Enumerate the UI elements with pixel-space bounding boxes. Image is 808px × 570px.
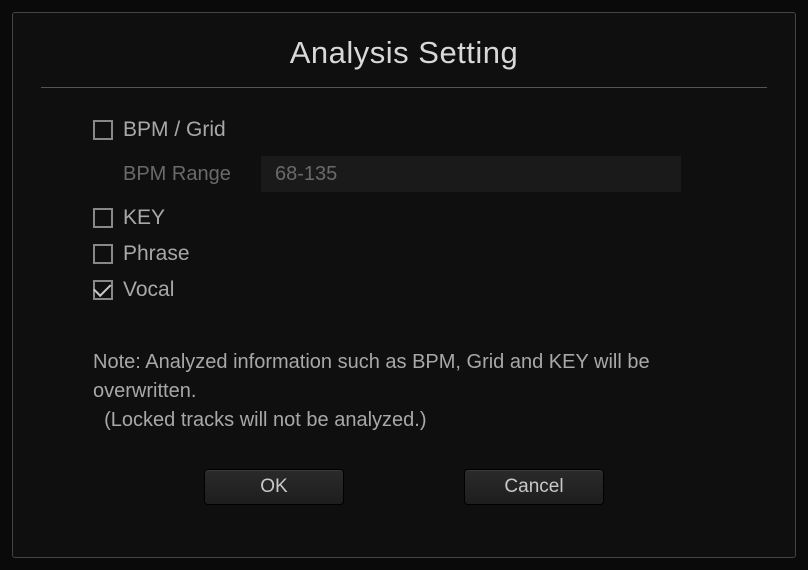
option-phrase: Phrase (89, 242, 719, 266)
label-vocal: Vocal (123, 278, 174, 302)
dialog-title: Analysis Setting (41, 35, 767, 88)
note-text: Note: Analyzed information such as BPM, … (89, 348, 719, 435)
checkbox-bpm-grid[interactable] (93, 120, 113, 140)
option-vocal: Vocal (89, 278, 719, 302)
option-bpm-grid: BPM / Grid (89, 118, 719, 142)
dialog-content: BPM / Grid BPM Range KEY Phrase Vocal No… (41, 88, 767, 529)
checkbox-key[interactable] (93, 208, 113, 228)
cancel-button[interactable]: Cancel (464, 469, 604, 505)
ok-button[interactable]: OK (204, 469, 344, 505)
note-line-1: Note: Analyzed information such as BPM, … (93, 348, 715, 406)
label-phrase: Phrase (123, 242, 190, 266)
analysis-setting-dialog: Analysis Setting BPM / Grid BPM Range KE… (12, 12, 796, 558)
note-line-2: (Locked tracks will not be analyzed.) (93, 406, 715, 435)
label-bpm-grid: BPM / Grid (123, 118, 226, 142)
bpm-range-input[interactable] (261, 156, 681, 192)
label-bpm-range: BPM Range (123, 163, 243, 186)
checkbox-vocal[interactable] (93, 280, 113, 300)
label-key: KEY (123, 206, 165, 230)
button-row: OK Cancel (89, 469, 719, 505)
option-key: KEY (89, 206, 719, 230)
bpm-range-row: BPM Range (89, 156, 719, 192)
checkbox-phrase[interactable] (93, 244, 113, 264)
